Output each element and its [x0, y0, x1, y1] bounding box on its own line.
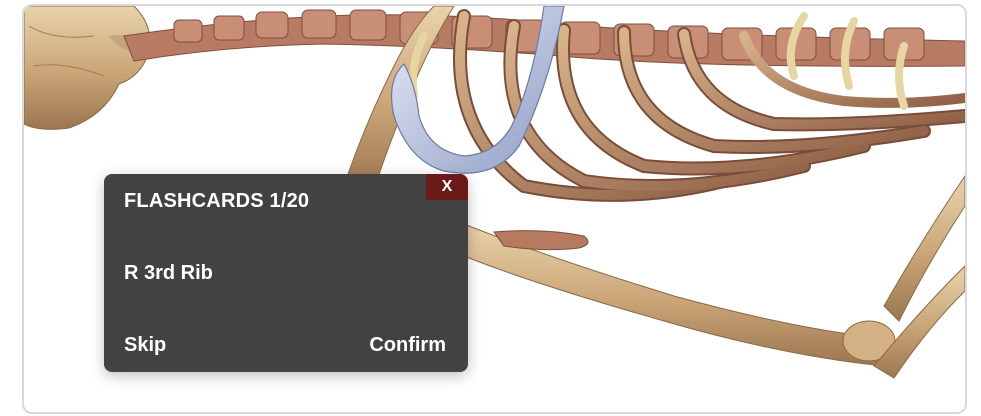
- anatomy-viewer-frame: FLASHCARDS 1/20 X R 3rd Rib Skip Confirm: [22, 4, 967, 414]
- skull[interactable]: [24, 6, 151, 130]
- confirm-button[interactable]: Confirm: [369, 334, 446, 357]
- hand-bone[interactable]: [493, 230, 589, 251]
- close-button[interactable]: X: [426, 174, 468, 200]
- skip-button[interactable]: Skip: [124, 334, 166, 357]
- flashcard-panel: FLASHCARDS 1/20 X R 3rd Rib Skip Confirm: [104, 174, 468, 372]
- flashcard-title: FLASHCARDS 1/20: [124, 190, 310, 212]
- flashcard-answer: R 3rd Rib: [124, 262, 213, 284]
